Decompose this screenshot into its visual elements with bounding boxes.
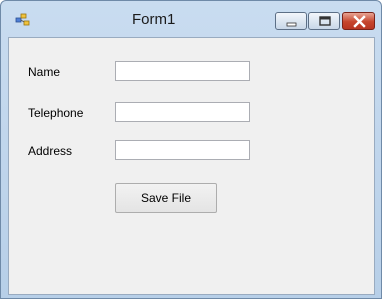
- restore-icon: [319, 16, 331, 26]
- save-file-button[interactable]: Save File: [115, 183, 217, 213]
- close-icon: [353, 15, 366, 28]
- window-title: Form1: [132, 11, 176, 28]
- close-button[interactable]: [342, 12, 375, 30]
- form-window: Form1 Name Telephone Address Save File: [0, 0, 382, 299]
- telephone-label: Telephone: [28, 106, 84, 120]
- address-field[interactable]: [115, 140, 250, 160]
- minimize-icon: [286, 22, 297, 27]
- telephone-field[interactable]: [115, 102, 250, 122]
- address-label: Address: [28, 144, 73, 158]
- form-client-area: Name Telephone Address Save File: [8, 37, 375, 295]
- name-field[interactable]: [115, 61, 250, 81]
- minimize-button[interactable]: [275, 12, 307, 30]
- app-icon[interactable]: [15, 13, 31, 27]
- restore-button[interactable]: [308, 12, 340, 30]
- name-label: Name: [28, 65, 61, 79]
- title-bar[interactable]: Form1: [1, 1, 381, 35]
